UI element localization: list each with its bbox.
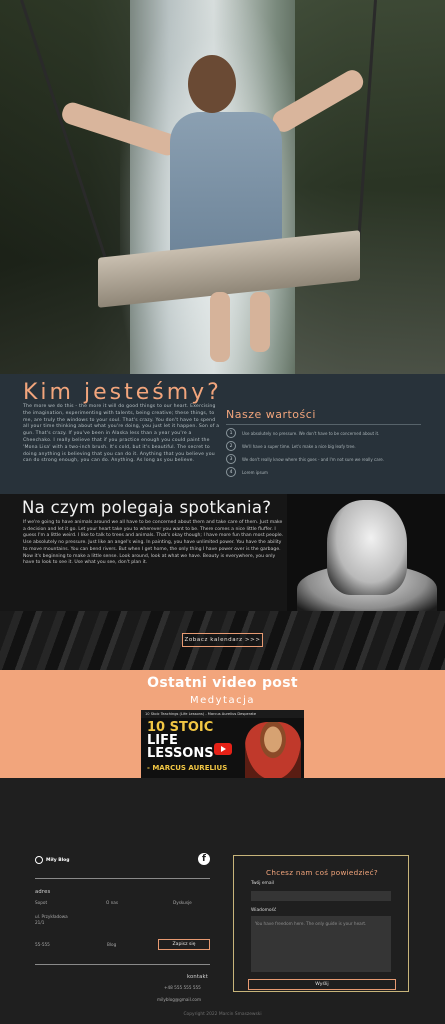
meetings-section: Na czym polegaja spotkania? If we're goi… <box>0 494 445 611</box>
hero-leg-left <box>210 292 230 362</box>
footer-link-blog[interactable]: Blog <box>107 942 116 948</box>
email-field[interactable] <box>251 891 391 901</box>
value-text: We don't really know where this goes - a… <box>242 456 384 462</box>
about-body: The more we do this - the more it will d… <box>23 404 220 464</box>
facebook-icon[interactable]: f <box>198 853 210 865</box>
value-number: 1 <box>226 428 236 438</box>
contact-form: Chcesz nam coś powiedzieć? Twój email Wi… <box>233 855 409 992</box>
value-item: 3 We don't really know where this goes -… <box>226 454 384 464</box>
about-section: Kim jesteśmy? The more we do this - the … <box>0 374 445 494</box>
value-text: We'll have a super time. Let's make a ni… <box>242 443 356 449</box>
play-icon[interactable] <box>214 743 232 755</box>
footer-divider <box>35 878 210 879</box>
value-item: 1 Use absolutely no pressure. We don't h… <box>226 428 379 438</box>
video-subtitle: Medytacja <box>190 695 255 706</box>
youtube-embed[interactable]: 10 Stoic Teachings (Life Lessons) - Marc… <box>141 710 304 780</box>
logo-text: Miły Blog <box>46 857 70 863</box>
contact-form-title: Chcesz nam coś powiedzieć? <box>266 868 378 877</box>
meetings-body: If we're going to have animals around we… <box>23 520 284 566</box>
video-section: Ostatni video post Medytacja 10 Stoic Te… <box>0 670 445 780</box>
youtube-video-title[interactable]: 10 Stoic Teachings (Life Lessons) - Marc… <box>141 710 304 718</box>
thumbnail-marcus-aurelius <box>245 722 301 780</box>
send-button[interactable]: Wyślij <box>248 979 396 990</box>
value-item: 2 We'll have a super time. Let's make a … <box>226 441 356 451</box>
statue-image <box>287 494 445 611</box>
address-street: ul. Przykładowa 21/1 <box>35 914 68 925</box>
values-title: Nasze wartości <box>226 408 316 421</box>
email-label: Twój email <box>251 881 274 886</box>
value-number: 4 <box>226 467 236 477</box>
hero-cliff-left <box>0 0 130 374</box>
thumbnail-line3: LESSONS <box>147 746 214 761</box>
hero-leg-right <box>250 292 270 352</box>
address-city: Sopot <box>35 900 48 905</box>
contact-email[interactable]: milyblog@gmail.com <box>157 997 201 1003</box>
footer-link-onas[interactable]: O nas <box>106 900 118 906</box>
calendar-button[interactable]: Zobacz kalendarz >>> <box>182 633 263 647</box>
message-label: Wiadomość <box>251 908 277 913</box>
thumbnail-headline: 10 STOIC LIFE LESSONS <box>147 721 214 760</box>
video-title: Ostatni video post <box>147 675 298 691</box>
copyright: Copyright 2022 Marcin Smaszewski <box>183 1012 262 1017</box>
value-number: 3 <box>226 454 236 464</box>
value-text: Use absolutely no pressure. We don't hav… <box>242 430 380 436</box>
footer-logo[interactable]: Miły Blog <box>35 856 69 864</box>
value-item: 4 Lorem ipsum <box>226 467 268 477</box>
about-title: Kim jesteśmy? <box>23 380 222 405</box>
address-zip: 55-555 <box>35 942 50 947</box>
values-divider <box>226 424 421 425</box>
contact-label: kontakt <box>187 974 208 980</box>
statue-head <box>327 500 407 595</box>
footer-link-dyskusje[interactable]: Dyskusje <box>173 900 192 906</box>
logo-icon <box>35 856 43 864</box>
message-placeholder: You have freedom here. The only guide is… <box>255 921 367 926</box>
footer-divider <box>35 964 210 965</box>
meetings-title: Na czym polegaja spotkania? <box>22 498 272 517</box>
contact-phone[interactable]: +48 555 555 555 <box>164 985 201 991</box>
hero-person-head <box>188 55 236 113</box>
books-banner: Zobacz kalendarz >>> <box>0 611 445 670</box>
value-text: Lorem ipsum <box>242 469 268 475</box>
value-number: 2 <box>226 441 236 451</box>
address-label: adres <box>35 889 51 895</box>
footer: Miły Blog f adres Sopot ul. Przykładowa … <box>0 778 445 1024</box>
subscribe-button[interactable]: Zapisz się <box>158 939 210 950</box>
hero-image <box>0 0 445 374</box>
thumbnail-line4: - MARCUS AURELIUS <box>147 764 228 772</box>
